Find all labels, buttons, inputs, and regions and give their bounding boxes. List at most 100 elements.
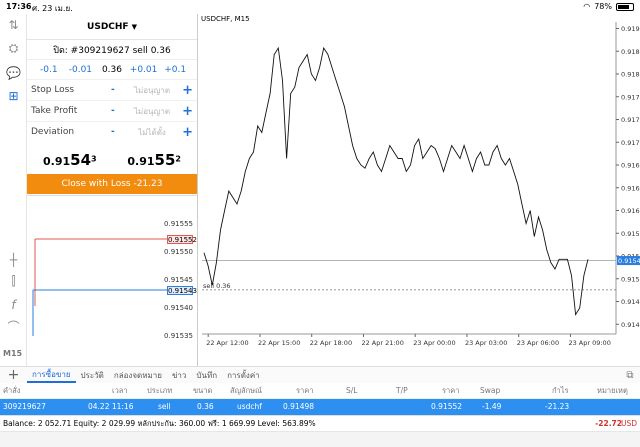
stop-loss-value[interactable]: ไม่อนุญาต (125, 84, 179, 97)
chat-icon[interactable]: 💬 (4, 64, 23, 81)
x-tick-label: 23 Apr 03:00 (465, 339, 507, 347)
tick-y-label: 0.91540 (164, 304, 193, 312)
take-profit-minus[interactable]: - (111, 106, 125, 116)
object-icon[interactable]: ⌒ (4, 318, 23, 335)
x-tick-label: 22 Apr 18:00 (310, 339, 352, 347)
col-time: เวลา (112, 386, 128, 395)
col-tp: T/P (396, 386, 408, 395)
x-tick-label: 22 Apr 12:00 (206, 339, 248, 347)
left-toolbar: ⇅ ⛭ 💬 ⊞ ┼ ⫿ f ⌒ M15 (0, 14, 27, 366)
volume-minus-big[interactable]: -0.1 (33, 65, 65, 75)
y-tick-label: 0.91900 (621, 25, 640, 33)
tab-journal[interactable]: บันทึก (191, 369, 222, 382)
take-profit-row: Take Profit - ไม่อนุญาต + (27, 100, 197, 121)
deviation-label: Deviation (31, 127, 75, 137)
timeframe-button[interactable]: M15 (3, 349, 22, 358)
status-time: 17:36 (6, 2, 32, 11)
table-row[interactable]: 309219627 04.22 11:16 sell 0.36 usdchf 0… (0, 399, 640, 415)
deviation-plus[interactable]: + (179, 125, 193, 140)
tab-trade[interactable]: การซื้อขาย (27, 368, 76, 383)
bid-price-marker-label: 0.91543 (618, 257, 640, 265)
cell-swap: -1.49 (482, 402, 502, 411)
symbol-selector[interactable]: USDCHF ▼ (27, 14, 197, 40)
bid-price-small: 0.91 (43, 155, 71, 168)
price-line (203, 46, 589, 316)
cell-volume: 0.36 (197, 402, 214, 411)
col-symbol: สัญลักษณ์ (230, 386, 263, 395)
accounts-icon[interactable]: ⛭ (4, 40, 23, 57)
take-profit-value[interactable]: ไม่อนุญาต (125, 105, 179, 118)
y-tick-label: 0.91480 (621, 298, 640, 306)
main-chart[interactable]: 0.91900 0.91865 0.91830 0.91795 0.91760 0.917… (197, 14, 640, 366)
y-tick-label: 0.91515 (621, 275, 640, 283)
volume-minus-small[interactable]: -0.01 (65, 65, 97, 75)
tab-mailbox[interactable]: กล่องจดหมาย (109, 369, 167, 382)
bid-price-large: 54 (70, 151, 92, 169)
bid-price-sup: 3 (91, 154, 97, 164)
terminal-tabs: + การซื้อขาย ประวัติ กล่องจดหมาย ข่าว บั… (0, 366, 640, 383)
close-with-loss-button[interactable]: Close with Loss -21.23 (27, 174, 197, 194)
col-order: คำสั่ง (3, 386, 21, 395)
y-tick-label: 0.91725 (621, 139, 640, 147)
expand-icon[interactable]: ⧉ (620, 370, 640, 381)
status-bar: 17:36 ศ. 23 เม.ย. ◠ 78% (0, 0, 640, 14)
stop-loss-label: Stop Loss (31, 85, 75, 95)
ask-price-small: 0.91 (127, 155, 155, 168)
x-tick-label: 23 Apr 06:00 (517, 339, 559, 347)
y-tick-label: 0.91865 (621, 48, 640, 56)
volume-plus-big[interactable]: +0.1 (159, 65, 191, 75)
volume-value[interactable]: 0.36 (96, 65, 128, 75)
stop-loss-row: Stop Loss - ไม่อนุญาต + (27, 79, 197, 100)
tab-news[interactable]: ข่าว (167, 369, 191, 382)
new-order-icon[interactable]: ⊞ (4, 87, 23, 104)
tick-y-label: 0.91535 (164, 332, 193, 340)
crosshair-icon[interactable]: ┼ (4, 251, 23, 268)
total-profit: -22.72 (595, 419, 622, 428)
col-comment: หมายเหตุ (597, 386, 628, 395)
y-tick-label: 0.91795 (621, 93, 640, 101)
x-tick-label: 23 Apr 09:00 (568, 339, 610, 347)
deviation-row: Deviation - ไม่ได้ตั้ง + (27, 121, 197, 142)
y-tick-label: 0.91445 (621, 321, 640, 329)
take-profit-label: Take Profit (31, 106, 78, 116)
col-current-price: ราคา (442, 386, 460, 395)
add-icon[interactable]: + (0, 367, 27, 383)
ask-price-sup: 2 (175, 154, 181, 164)
chevron-down-icon: ▼ (131, 22, 137, 31)
deviation-minus[interactable]: - (111, 127, 125, 137)
tick-y-label: 0.91550 (164, 248, 193, 256)
main-chart-svg: 0.91900 0.91865 0.91830 0.91795 0.91760 0.917… (202, 22, 640, 347)
volume-stepper: -0.1 -0.01 0.36 +0.01 +0.1 (27, 60, 197, 79)
chart-title: USDCHF, M15 (201, 15, 250, 23)
open-position-label: sell 0.36 (203, 282, 231, 290)
volume-plus-small[interactable]: +0.01 (128, 65, 160, 75)
y-tick-label: 0.91585 (621, 230, 640, 238)
tick-y-label: 0.91555 (164, 220, 193, 228)
bid-price: 0.91543 (43, 151, 112, 169)
stop-loss-minus[interactable]: - (111, 85, 125, 95)
cell-type: sell (158, 402, 171, 411)
cell-symbol: usdchf (237, 402, 262, 411)
indicator-icon[interactable]: ⫿ (4, 273, 23, 290)
y-tick-label: 0.91760 (621, 116, 640, 124)
tab-settings[interactable]: การตั้งค่า (222, 369, 265, 382)
tab-history[interactable]: ประวัติ (76, 369, 109, 382)
col-profit: กำไร (552, 386, 569, 395)
cell-profit: -21.23 (545, 402, 570, 411)
function-icon[interactable]: f (4, 296, 23, 313)
symbol-name: USDCHF (87, 21, 129, 32)
y-tick-label: 0.91690 (621, 162, 640, 170)
arrows-updown-icon[interactable]: ⇅ (4, 16, 23, 33)
bid-price-tag: 0.91543 (167, 286, 197, 295)
balance-bar: Balance: 2 052.71 Equity: 2 029.99 หลักป… (0, 415, 640, 431)
take-profit-plus[interactable]: + (179, 104, 193, 119)
ask-price-large: 55 (154, 151, 176, 169)
trade-table: คำสั่ง เวลา ประเภท ขนาด สัญลักษณ์ ราคา S… (0, 383, 640, 415)
cell-order: 309219627 (3, 402, 46, 411)
col-volume: ขนาด (193, 386, 213, 395)
col-sl: S/L (346, 386, 358, 395)
deviation-value[interactable]: ไม่ได้ตั้ง (125, 126, 179, 139)
stop-loss-plus[interactable]: + (179, 83, 193, 98)
battery-icon (616, 2, 634, 11)
y-tick-label: 0.91830 (621, 71, 640, 79)
